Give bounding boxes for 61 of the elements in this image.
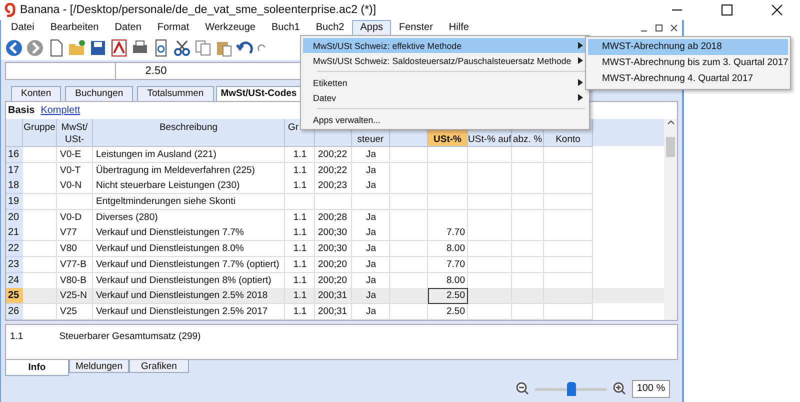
info-group: 1.1 [10, 330, 24, 353]
panel-tab[interactable]: Info [5, 360, 69, 376]
menu-item[interactable]: Buch2 [308, 20, 352, 36]
open-folder-icon[interactable] [68, 39, 86, 57]
menu-entry[interactable]: Datev [303, 90, 587, 105]
sheet-tab[interactable]: Konten [11, 86, 62, 101]
column-header[interactable]: MwSt/ USt- [57, 119, 93, 147]
row-number: 20 [6, 210, 23, 226]
sheet-tab[interactable]: MwSt/USt-Codes [216, 86, 302, 101]
menu-item[interactable]: Format [149, 20, 198, 36]
row-number: 19 [6, 194, 23, 210]
row-number: 22 [6, 241, 23, 258]
row-number: 16 [6, 147, 23, 163]
back-icon[interactable] [5, 39, 23, 57]
row-number: 25 [6, 288, 23, 304]
menu-entry[interactable]: MwSt/USt Schweiz: effektive Methode [303, 38, 587, 53]
scroll-thumb[interactable] [666, 137, 675, 157]
menu-entry[interactable]: MWST-Abrechnung ab 2018 [588, 39, 788, 55]
zoom-field[interactable]: 100 % [632, 380, 670, 398]
menu-item[interactable]: Hilfe [440, 20, 477, 36]
row-number: 24 [6, 272, 23, 288]
menu-item[interactable]: Buch1 [264, 20, 308, 36]
app-logo-icon [4, 3, 16, 17]
copy-icon[interactable] [194, 39, 212, 57]
table-cell: Verkauf und Dienstleistungen 2.5% 2017 [93, 304, 285, 320]
column-header[interactable]: Gruppe [23, 119, 57, 147]
row-number: 23 [6, 256, 23, 273]
panel-tab[interactable]: Grafiken [129, 360, 189, 373]
row-number: 26 [6, 304, 23, 320]
paste-icon[interactable] [215, 39, 233, 57]
table-row[interactable]: 25 V25-N Verkauf und Dienstleistungen 2.5% 2018 1.1 200;31 Ja 2.50 [6, 288, 664, 304]
row-number: 18 [6, 178, 23, 194]
scrollbar[interactable] [664, 119, 677, 320]
cut-icon[interactable] [173, 39, 191, 57]
zoom-in-icon[interactable] [613, 382, 626, 396]
view-link[interactable]: Komplett [40, 105, 80, 116]
table-cell: 2.50 [428, 304, 468, 320]
zoom-out-icon[interactable] [516, 382, 529, 396]
pdf-icon[interactable] [110, 39, 128, 57]
save-icon[interactable] [89, 39, 107, 57]
row-number: 17 [6, 162, 23, 179]
sheet-tab[interactable]: Buchungen [65, 86, 134, 101]
menu-item[interactable]: Daten [106, 20, 150, 36]
scroll-up-icon[interactable] [666, 119, 674, 125]
panel-tab[interactable]: Meldungen [69, 360, 129, 373]
sheet-tab[interactable]: Totalsummen [137, 86, 214, 101]
menu-item[interactable]: Bearbeiten [42, 20, 107, 36]
menu-item[interactable]: Apps [352, 20, 392, 36]
table-cell: 1.1 [285, 304, 315, 320]
table-cell: Ja [352, 304, 390, 320]
menu-item[interactable]: Datei [3, 20, 42, 36]
column-header[interactable]: Beschreibung [93, 119, 285, 147]
menu-item[interactable]: Fenster [391, 20, 441, 36]
row-number: 21 [6, 225, 23, 242]
view-link[interactable]: Basis [8, 105, 35, 116]
table-cell: 2.50 [428, 288, 468, 304]
window-title: Banana - [/Desktop/personale/de_de_vat_sme_soleenterprise.ac2 (*)] [20, 4, 378, 16]
table-cell: 200;31 [315, 304, 352, 320]
table-cell: V25 [57, 304, 93, 320]
menu-item[interactable]: Werkzeuge [197, 20, 264, 36]
info-text: Steuerbarer Gesamtumsatz (299) [59, 330, 201, 344]
